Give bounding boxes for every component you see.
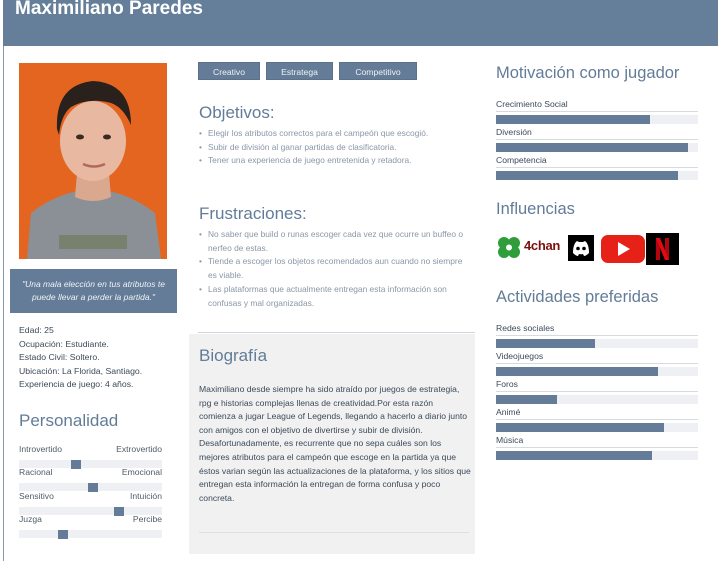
fourchan-label: 4chan <box>524 238 561 253</box>
slider-left-label: Juzga <box>19 514 42 524</box>
info-experience: Experiencia de juego: 4 años. <box>19 379 134 390</box>
bar-track <box>496 423 698 432</box>
slider-knob <box>58 530 69 539</box>
clover-icon <box>495 235 523 266</box>
list-item: Tener una experiencia de juego entreteni… <box>199 154 474 168</box>
bar-label: Música <box>496 435 698 448</box>
youtube-icon <box>600 233 646 270</box>
personality-slider: Juzga Percibe <box>19 514 162 539</box>
frustrations-title: Frustraciones: <box>199 204 307 223</box>
info-age: Edad: 25 <box>19 325 54 335</box>
list-item: Subir de división al ganar partidas de c… <box>199 141 474 155</box>
biography-text: Maximiliano desde siempre ha sido atraíd… <box>199 383 471 505</box>
bar-fill <box>496 423 664 432</box>
trait-tags: Creativo Estratega Competitivo <box>198 62 423 80</box>
persona-photo <box>19 63 167 259</box>
motivation-bar: Crecimiento Social <box>496 99 698 124</box>
tag-estratega: Estratega <box>266 62 333 80</box>
bar-label: Foros <box>496 379 698 392</box>
activities-title: Actividades preferidas <box>496 288 659 306</box>
persona-name: Maximiliano Paredes <box>15 0 203 19</box>
bar-label: Animé <box>496 407 698 420</box>
biography-title: Biografía <box>199 346 268 365</box>
bar-fill <box>496 367 658 376</box>
bar-fill <box>496 451 652 460</box>
info-occupation: Ocupación: Estudiante. <box>19 338 109 349</box>
bar-label: Crecimiento Social <box>496 99 698 112</box>
slider-right-label: Extrovertido <box>116 444 162 454</box>
bar-fill <box>496 143 688 152</box>
personality-slider: Sensitivo Intuición <box>19 491 162 516</box>
bar-track <box>496 339 698 348</box>
tag-creativo: Creativo <box>198 62 260 80</box>
influences-title: Influencias <box>496 200 575 218</box>
activity-bar: Música <box>496 435 698 460</box>
section-divider <box>198 332 475 333</box>
netflix-icon <box>646 233 679 270</box>
biography-divider <box>199 532 469 533</box>
list-item: Las plataformas que actualmente entregan… <box>199 283 471 310</box>
bar-track <box>496 367 698 376</box>
motivation-bar: Competencia <box>496 155 698 180</box>
activity-bar: Animé <box>496 407 698 432</box>
slider-right-label: Emocional <box>121 467 162 477</box>
bar-track <box>496 171 698 180</box>
slider-right-label: Percibe <box>132 514 162 524</box>
personality-slider: Racional Emocional <box>19 467 162 492</box>
header-bar: Maximiliano Paredes <box>3 0 718 46</box>
list-item: No saber que build o runas escoger cada … <box>199 228 471 255</box>
bar-track <box>496 115 698 124</box>
bar-track <box>496 451 698 460</box>
bar-label: Redes sociales <box>496 323 698 336</box>
bar-label: Diversión <box>496 127 698 140</box>
objectives-title: Objetivos: <box>199 103 275 122</box>
biography-box: Biografía Maximiliano desde siempre ha s… <box>189 334 475 554</box>
personality-slider: Introvertido Extrovertido <box>19 444 162 469</box>
slider-left-label: Sensitivo <box>19 491 54 501</box>
bar-track <box>496 143 698 152</box>
activity-bar: Foros <box>496 379 698 404</box>
bar-label: Videojuegos <box>496 351 698 364</box>
slider-left-label: Racional <box>19 467 53 477</box>
info-location: Ubicación: La Florida, Santiago. <box>19 365 143 376</box>
tag-competitivo: Competitivo <box>339 62 417 80</box>
slider-right-label: Intuición <box>129 491 162 501</box>
motivation-title: Motivación como jugador <box>496 64 680 82</box>
list-item: Elegir los atributos correctos para el c… <box>199 127 474 141</box>
bar-fill <box>496 339 595 348</box>
personality-title: Personalidad <box>19 411 119 430</box>
info-list: Edad: 25 Ocupación: Estudiante. Estado C… <box>19 324 142 392</box>
bar-fill <box>496 171 678 180</box>
bar-fill <box>496 115 650 124</box>
frustrations-list: No saber que build o runas escoger cada … <box>199 228 471 310</box>
biography-paragraph: Maximiliano desde siempre ha sido atraíd… <box>199 384 468 435</box>
discord-icon <box>568 235 594 266</box>
list-item: Tiende a escoger los objetos recomendado… <box>199 255 471 282</box>
motivation-bar: Diversión <box>496 127 698 152</box>
activity-bar: Videojuegos <box>496 351 698 376</box>
objectives-list: Elegir los atributos correctos para el c… <box>199 127 474 168</box>
biography-paragraph: Desafortunadamente, es recurrente que no… <box>199 438 471 503</box>
bar-label: Competencia <box>496 155 698 168</box>
info-civil-status: Estado Civil: Soltero. <box>19 352 100 363</box>
persona-quote: "Una mala elección en tus atributos te p… <box>10 269 177 313</box>
slider-track <box>19 483 162 492</box>
activity-bar: Redes sociales <box>496 323 698 348</box>
slider-track <box>19 530 162 539</box>
slider-left-label: Introvertido <box>19 444 62 454</box>
bar-fill <box>496 395 557 404</box>
bar-track <box>496 395 698 404</box>
